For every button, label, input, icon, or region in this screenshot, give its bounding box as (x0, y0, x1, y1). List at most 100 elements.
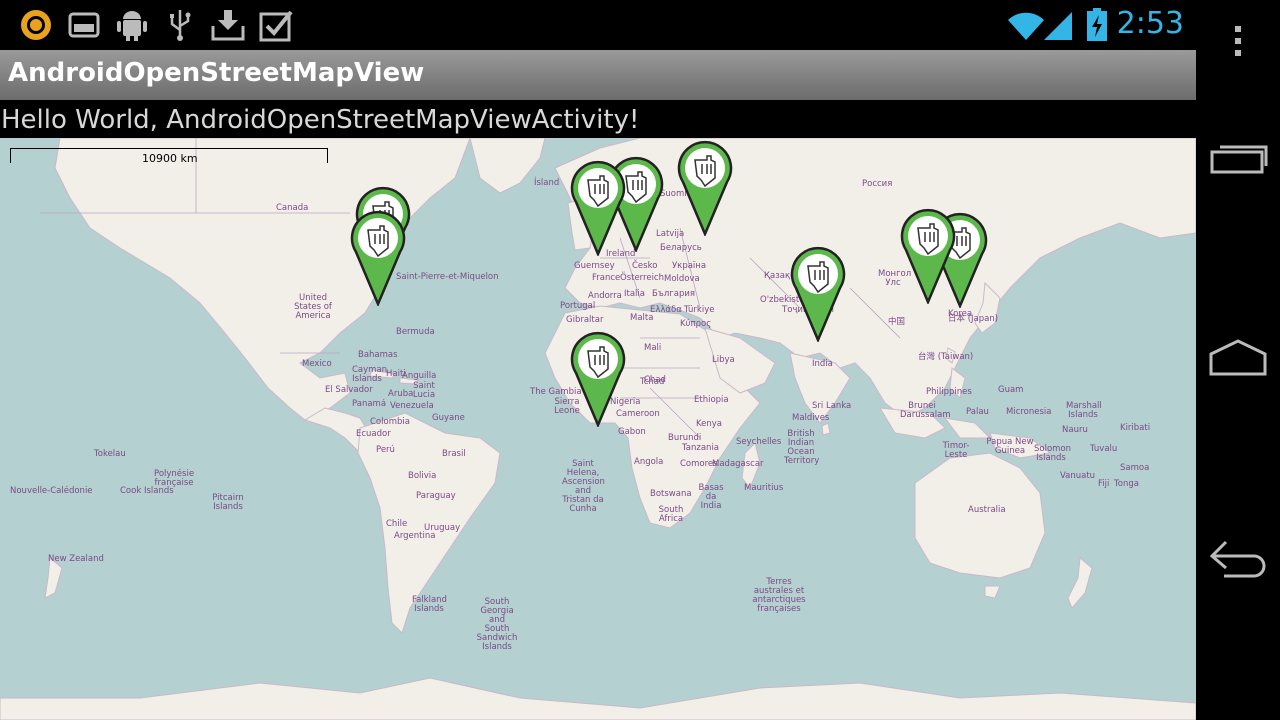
action-bar: AndroidOpenStreetMapView (0, 50, 1196, 100)
map-label: Bolivia (408, 471, 437, 481)
map-label: Nauru (1062, 425, 1088, 435)
map-label: Nouvelle-Calédonie (10, 486, 93, 496)
map-label: Vanuatu (1060, 471, 1096, 481)
app-notification-icon (21, 10, 51, 40)
map-label: Portugal (560, 301, 596, 311)
map-label: Australia (968, 505, 1006, 515)
status-clock: 2:53 (1116, 6, 1184, 41)
map-label: Bahamas (358, 350, 398, 360)
map-label: Maldives (792, 413, 830, 423)
status-bar: 2:53 (0, 0, 1196, 50)
map-label: South Africa (658, 505, 684, 524)
map-label: Gabon (618, 427, 646, 437)
map-label: Madagascar (712, 459, 764, 469)
map-label: Österreich (620, 273, 664, 283)
map-label: Tuvalu (1090, 444, 1118, 454)
map-label: Tanzania (682, 443, 720, 453)
map-label: Ελλάδα (650, 305, 682, 315)
map-label: Marshall Islands (1066, 401, 1102, 420)
map-label: Россия (862, 179, 893, 189)
map-label: Mauritius (744, 483, 784, 493)
map-view[interactable]: Canada United States of America Mexico B… (0, 138, 1196, 720)
map-label: Seychelles (736, 437, 782, 447)
map-label: Guam (998, 385, 1024, 395)
map-label: Colombia (370, 417, 410, 427)
map-label: India (812, 359, 833, 369)
map-label: El Salvador (325, 385, 373, 395)
map-label: Venezuela (390, 401, 434, 411)
hand-pointer-pin-icon[interactable] (350, 210, 406, 306)
map-label: Aruba (388, 389, 414, 399)
map-label: Canada (276, 203, 309, 213)
map-label: British Indian Ocean Territory (784, 429, 820, 466)
map-label: Andorra (588, 291, 622, 301)
map-label: Malta (630, 313, 654, 323)
signal-icon (1044, 12, 1072, 40)
map-label: Falkland Islands (412, 595, 447, 614)
map-label: Kenya (696, 419, 723, 429)
back-icon[interactable] (1206, 536, 1270, 580)
map-label: България (652, 289, 695, 299)
map-label: Burundi (668, 433, 702, 443)
map-label: Bermuda (396, 327, 435, 337)
map-label: 中国 (888, 317, 906, 327)
download-icon (211, 10, 245, 41)
map-label: Tokelau (94, 449, 126, 459)
map-scale-label: 10900 km (142, 152, 198, 165)
map-label: Moldova (664, 274, 700, 284)
map-label: Timor-Leste (942, 441, 970, 460)
map-label: Ethiopia (694, 395, 729, 405)
map-label: Palau (966, 407, 989, 417)
hand-pointer-pin-icon[interactable] (570, 331, 626, 427)
storage-icon (68, 12, 100, 38)
map-label: Brasil (442, 449, 466, 459)
map-label: Solomon Islands (1034, 444, 1072, 463)
map-label: Ecuador (356, 429, 391, 439)
map-label: France (592, 273, 621, 283)
map-label: Беларусь (660, 243, 702, 253)
home-icon[interactable] (1206, 336, 1270, 380)
android-debug-icon (117, 11, 147, 41)
hand-pointer-pin-icon[interactable] (677, 140, 733, 236)
usb-icon (170, 10, 191, 41)
map-label: Basas da India (698, 483, 724, 511)
hand-pointer-pin-icon[interactable] (570, 160, 626, 256)
battery-charging-icon (1087, 8, 1107, 41)
map-label: Tonga (1114, 479, 1139, 489)
map-label: Polynésie française (154, 469, 195, 488)
map-label: Fiji (1098, 479, 1110, 489)
map-label: Samoa (1120, 463, 1150, 473)
map-label: Ísland (534, 178, 560, 188)
map-label: Cayman Islands (352, 365, 388, 384)
overflow-menu-icon[interactable] (1228, 24, 1248, 58)
map-label: Česko (632, 261, 658, 271)
map-label: Anguilla (402, 371, 437, 381)
map-label: Mexico (302, 359, 332, 369)
hand-pointer-pin-icon[interactable] (790, 246, 846, 342)
app-title: AndroidOpenStreetMapView (8, 58, 425, 88)
map-label: Saint Lucia (412, 381, 436, 400)
map-label: Philippines (926, 387, 972, 397)
map-label: Korea (948, 309, 973, 319)
map-label: Κύπρος (680, 319, 712, 329)
hand-pointer-pin-icon[interactable] (900, 208, 956, 304)
map-label: Saint Helena, Ascension and Tristan da C… (562, 459, 605, 514)
map-label: Україна (672, 261, 707, 271)
map-label: Türkiye (684, 305, 715, 315)
map-label: Botswana (650, 489, 692, 499)
recent-apps-icon[interactable] (1206, 138, 1270, 182)
map-label: Saint-Pierre-et-Miquelon (396, 272, 499, 282)
map-label: Pitcairn Islands (212, 493, 244, 512)
checkbox-icon (259, 10, 293, 42)
wifi-icon (1008, 12, 1044, 40)
map-label: Mali (644, 343, 662, 353)
map-label: Panamá (352, 399, 387, 409)
map-label: Italia (624, 289, 645, 299)
map-label: Gibraltar (566, 315, 604, 325)
map-label: Brunei Darussalam (900, 401, 951, 420)
map-label: Guyane (432, 413, 465, 423)
map-label: Perú (376, 445, 395, 455)
map-label: United States of America (294, 293, 332, 321)
map-label: Cook Islands (120, 486, 174, 496)
map-label: Paraguay (416, 491, 456, 501)
